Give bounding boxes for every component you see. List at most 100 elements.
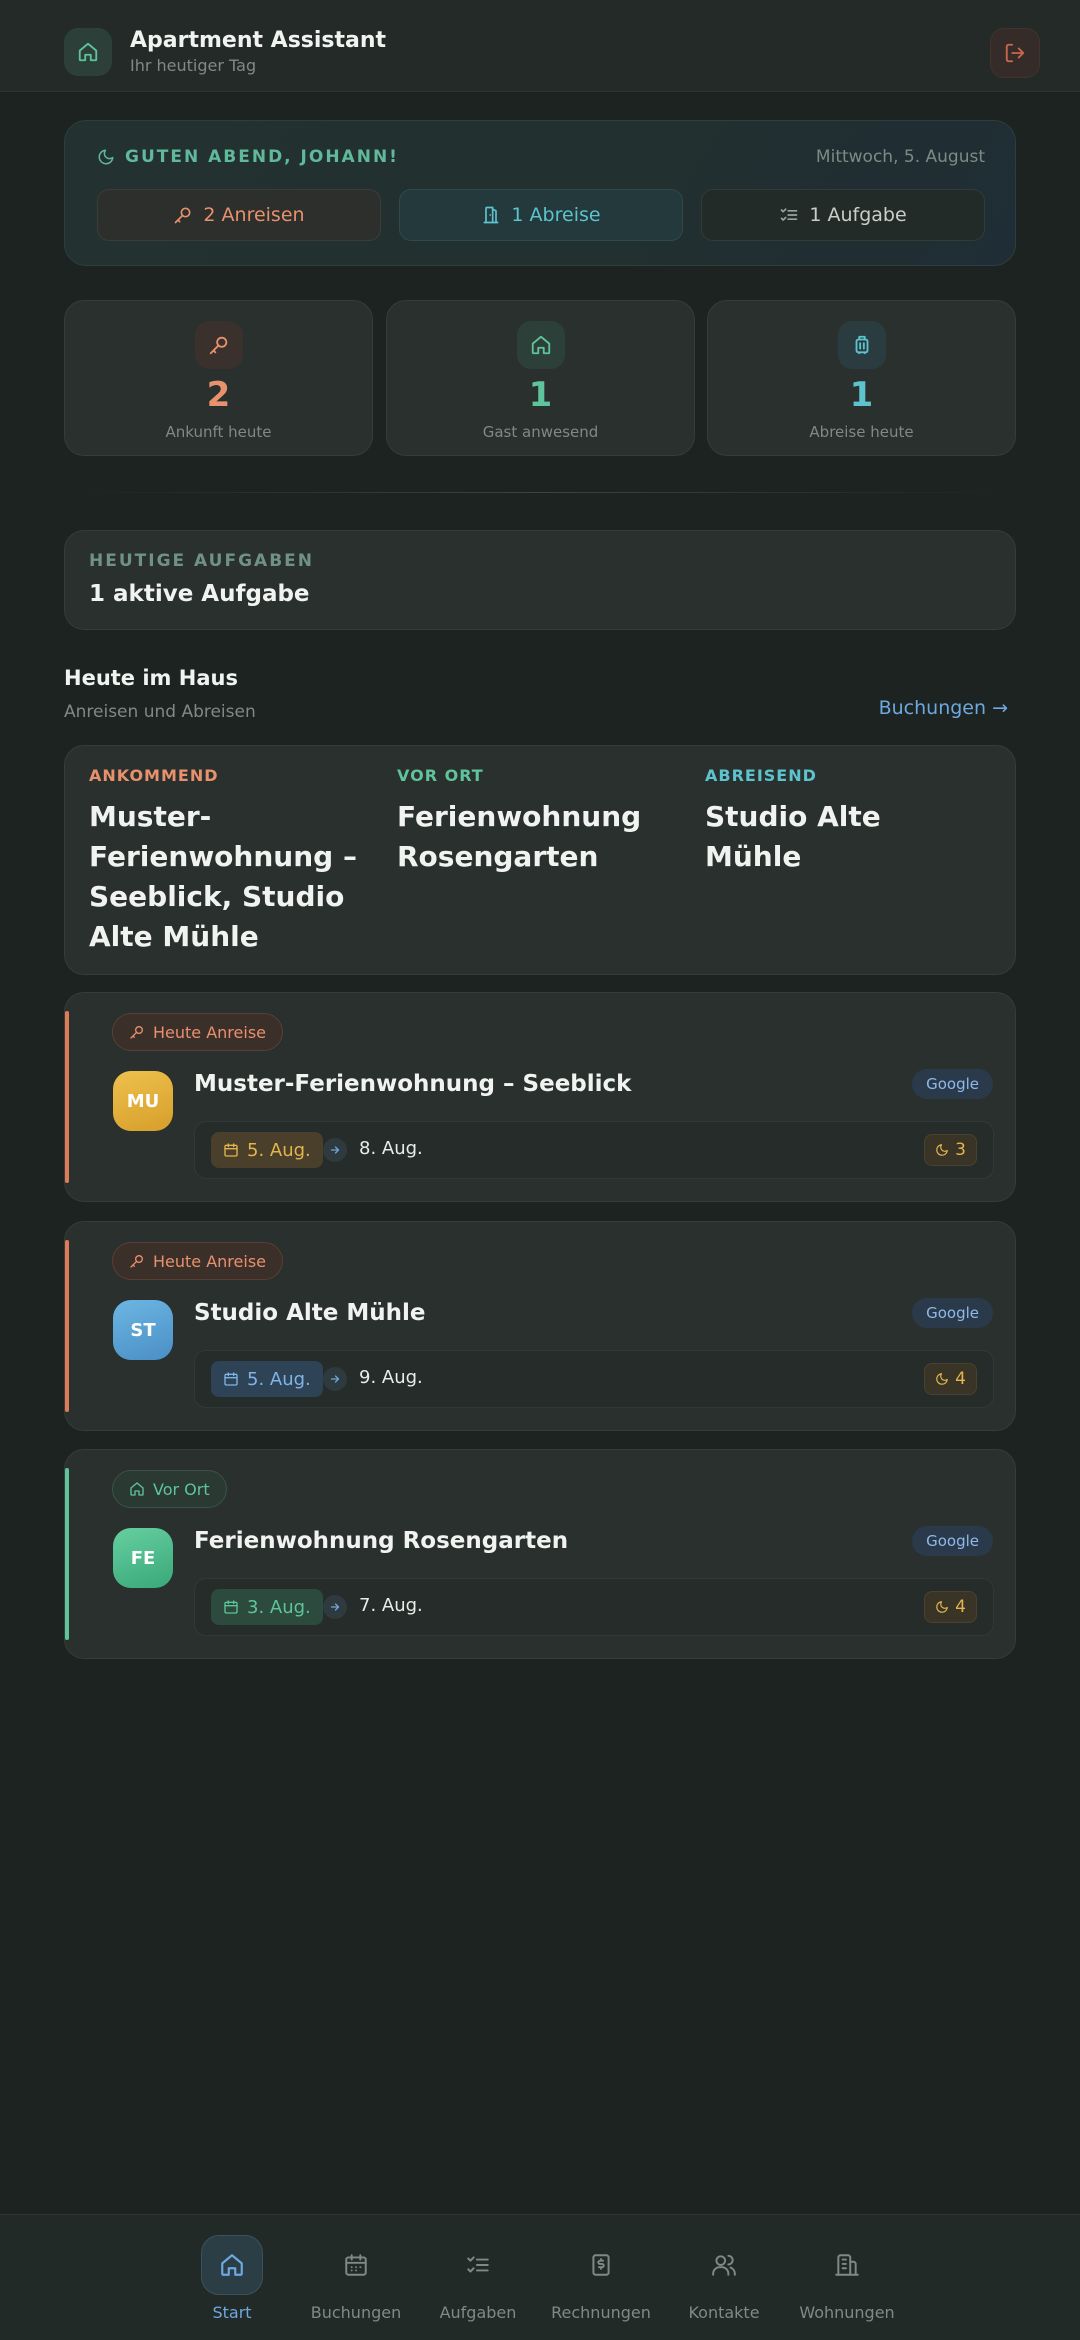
- app-subtitle: Ihr heutiger Tag: [130, 56, 257, 75]
- overview-departing: ABREISEND Studio Alte Mühle: [705, 766, 985, 877]
- home-icon: [64, 28, 112, 76]
- nav-label: Start: [212, 2303, 252, 2322]
- booking-name: Ferienwohnung Rosengarten: [194, 1528, 569, 1554]
- arrivals-chip-label: 2 Anreisen: [203, 204, 305, 226]
- app-header: Apartment Assistant Ihr heutiger Tag: [0, 0, 1080, 92]
- booking-name: Muster-Ferienwohnung – Seeblick: [194, 1071, 632, 1097]
- stat-arrivals[interactable]: 2 Ankunft heute: [64, 300, 373, 456]
- nav-label: Rechnungen: [551, 2303, 651, 2322]
- booking-card[interactable]: Heute Anreise ST Studio Alte Mühle Googl…: [64, 1221, 1016, 1431]
- status-label: Heute Anreise: [153, 1251, 266, 1271]
- date-start: 5. Aug.: [211, 1361, 323, 1397]
- arrow-right-icon: [323, 1367, 347, 1391]
- nav-item-start[interactable]: Start: [172, 2235, 292, 2322]
- overview-arriving: ANKOMMEND Muster-Ferienwohnung – Seeblic…: [89, 766, 369, 957]
- house-overview-card: ANKOMMEND Muster-Ferienwohnung – Seeblic…: [64, 745, 1016, 975]
- departures-chip-label: 1 Abreise: [511, 204, 601, 226]
- logout-icon: [1004, 42, 1026, 64]
- status-label: Heute Anreise: [153, 1022, 266, 1042]
- nights-count: 4: [955, 1597, 966, 1617]
- accent-bar: [65, 1468, 69, 1640]
- arrivals-chip[interactable]: 2 Anreisen: [97, 189, 381, 241]
- bookings-link[interactable]: Buchungen →: [879, 697, 1008, 719]
- date-start: 5. Aug.: [211, 1132, 323, 1168]
- checklist-icon: [779, 205, 799, 225]
- arrow-right-icon: [323, 1595, 347, 1619]
- app-title: Apartment Assistant: [130, 28, 387, 53]
- overview-label: VOR ORT: [397, 766, 484, 785]
- booking-card[interactable]: Heute Anreise MU Muster-Ferienwohnung – …: [64, 992, 1016, 1202]
- stat-departures[interactable]: 1 Abreise heute: [707, 300, 1016, 456]
- start-date-text: 3. Aug.: [247, 1596, 311, 1618]
- tasks-chip-label: 1 Aufgabe: [809, 204, 907, 226]
- moon-icon: [97, 148, 115, 166]
- key-icon: [195, 321, 243, 369]
- door-icon: [481, 205, 501, 225]
- calendar-icon: [223, 1599, 239, 1615]
- today-tasks-card[interactable]: HEUTIGE AUFGABEN 1 aktive Aufgabe: [64, 530, 1016, 630]
- home-icon: [517, 321, 565, 369]
- calendar-icon: [223, 1142, 239, 1158]
- checklist-icon: [447, 2235, 509, 2295]
- nights-count: 3: [955, 1140, 966, 1160]
- key-icon: [129, 1024, 145, 1040]
- logout-button[interactable]: [990, 28, 1040, 78]
- tasks-chip[interactable]: 1 Aufgabe: [701, 189, 985, 241]
- stat-present[interactable]: 1 Gast anwesend: [386, 300, 695, 456]
- nav-label: Kontakte: [688, 2303, 760, 2322]
- tasks-label: HEUTIGE AUFGABEN: [89, 551, 315, 571]
- stat-value: 2: [206, 375, 231, 415]
- nav-item-buchungen[interactable]: Buchungen: [296, 2235, 416, 2322]
- greeting-date: Mittwoch, 5. August: [815, 147, 985, 167]
- status-badge: Heute Anreise: [112, 1013, 283, 1051]
- nights-badge: 4: [924, 1591, 977, 1623]
- stat-value: 1: [528, 375, 553, 415]
- nights-count: 4: [955, 1369, 966, 1389]
- nav-item-wohnungen[interactable]: Wohnungen: [787, 2235, 907, 2322]
- avatar: ST: [113, 1300, 173, 1360]
- stat-label: Ankunft heute: [165, 423, 272, 441]
- date-start: 3. Aug.: [211, 1589, 323, 1625]
- avatar: FE: [113, 1528, 173, 1588]
- source-badge: Google: [912, 1069, 993, 1099]
- luggage-icon: [838, 321, 886, 369]
- overview-label: ABREISEND: [705, 766, 817, 785]
- departures-chip[interactable]: 1 Abreise: [399, 189, 683, 241]
- overview-value: Studio Alte Mühle: [705, 800, 881, 873]
- booking-card[interactable]: Vor Ort FE Ferienwohnung Rosengarten Goo…: [64, 1449, 1016, 1659]
- calendar-icon: [223, 1371, 239, 1387]
- status-badge: Vor Ort: [112, 1470, 227, 1508]
- greeting-card: GUTEN ABEND, JOHANN! Mittwoch, 5. August…: [64, 120, 1016, 266]
- status-badge: Heute Anreise: [112, 1242, 283, 1280]
- stat-label: Gast anwesend: [482, 423, 599, 441]
- source-badge: Google: [912, 1526, 993, 1556]
- booking-name: Studio Alte Mühle: [194, 1300, 426, 1326]
- section-subtitle: Anreisen und Abreisen: [64, 702, 256, 722]
- nav-item-kontakte[interactable]: Kontakte: [664, 2235, 784, 2322]
- start-date-text: 5. Aug.: [247, 1139, 311, 1161]
- divider: [64, 492, 1016, 493]
- moon-icon: [935, 1143, 949, 1157]
- section-title: Heute im Haus: [64, 666, 238, 690]
- nav-label: Wohnungen: [799, 2303, 895, 2322]
- home-icon: [129, 1481, 145, 1497]
- nav-item-aufgaben[interactable]: Aufgaben: [418, 2235, 538, 2322]
- date-row: 3. Aug. 7. Aug. 4: [194, 1578, 994, 1636]
- end-date: 9. Aug.: [359, 1367, 423, 1388]
- nights-badge: 3: [924, 1134, 977, 1166]
- calendar-icon: [325, 2235, 387, 2295]
- nights-badge: 4: [924, 1363, 977, 1395]
- accent-bar: [65, 1011, 69, 1183]
- key-icon: [173, 205, 193, 225]
- source-badge: Google: [912, 1298, 993, 1328]
- overview-present: VOR ORT Ferienwohnung Rosengarten: [397, 766, 677, 877]
- accent-bar: [65, 1240, 69, 1412]
- nav-label: Buchungen: [310, 2303, 402, 2322]
- contacts-icon: [693, 2235, 755, 2295]
- nav-item-rechnungen[interactable]: Rechnungen: [541, 2235, 661, 2322]
- buildings-icon: [816, 2235, 878, 2295]
- overview-value: Muster-Ferienwohnung – Seeblick, Studio …: [89, 800, 357, 953]
- invoice-icon: [570, 2235, 632, 2295]
- end-date: 8. Aug.: [359, 1138, 423, 1159]
- tasks-value: 1 aktive Aufgabe: [89, 581, 310, 607]
